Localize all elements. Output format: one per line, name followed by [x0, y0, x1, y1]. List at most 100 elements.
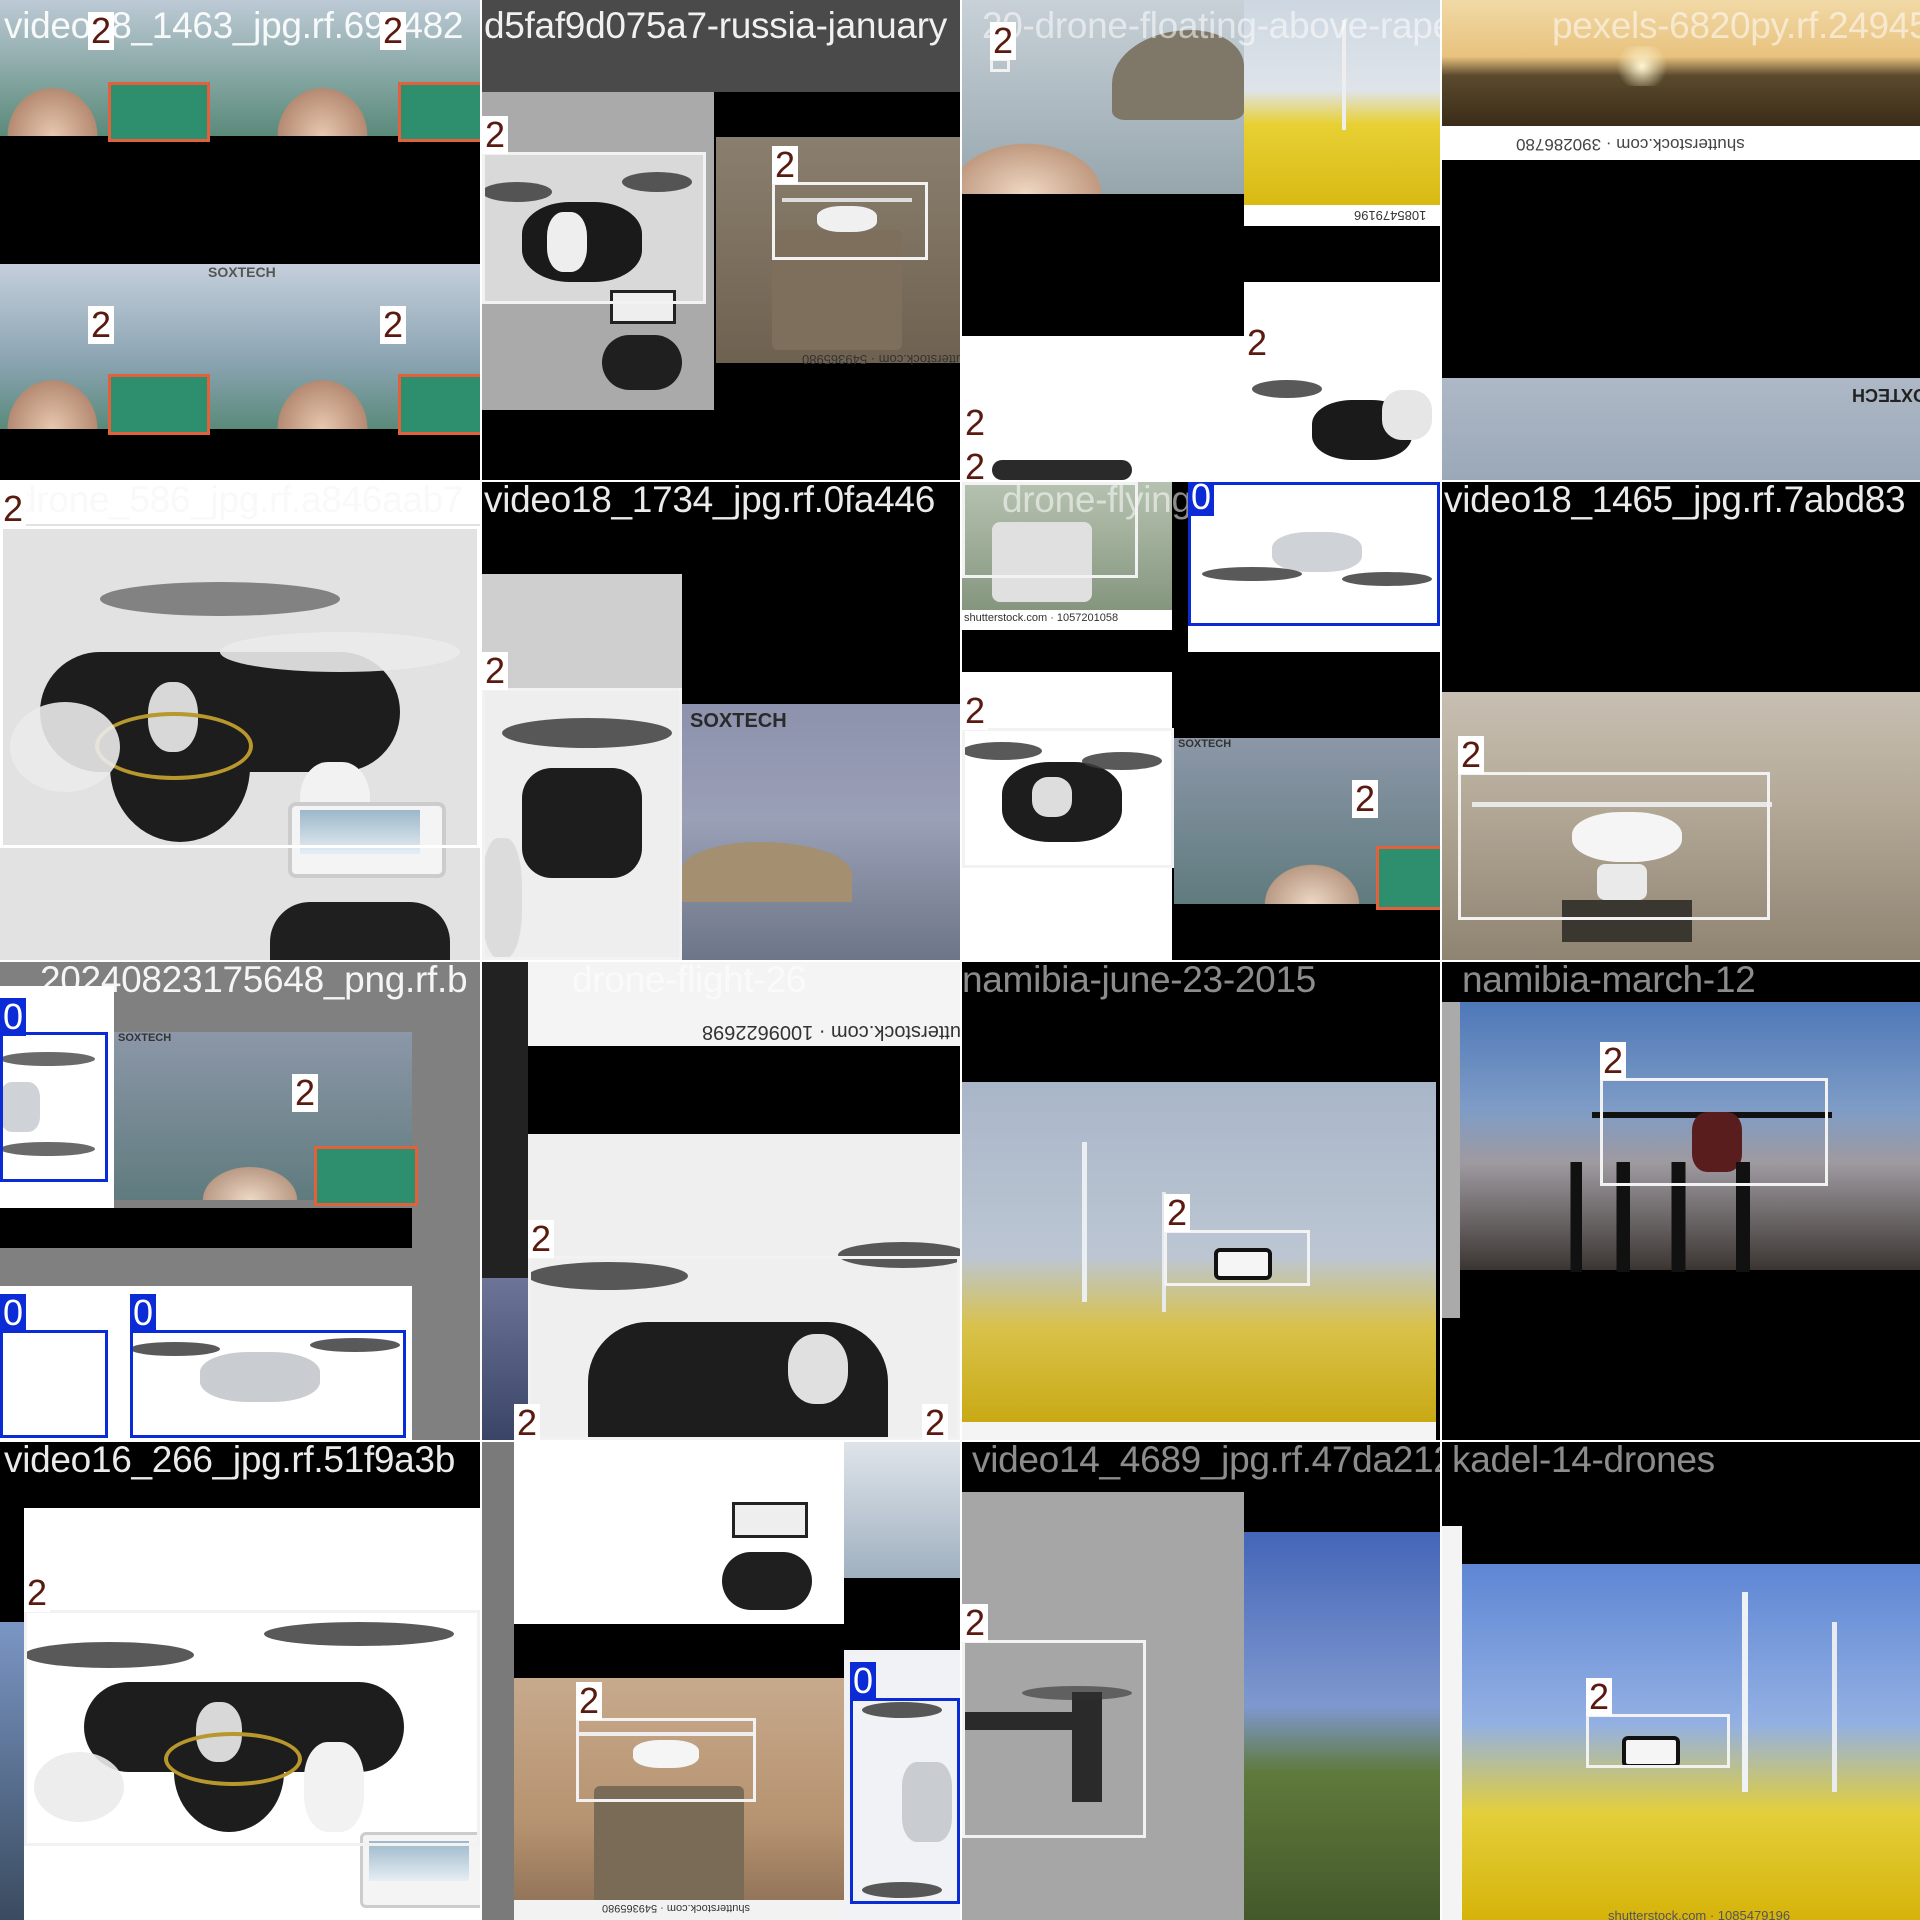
class-label: 2 — [514, 1404, 541, 1440]
boat-deck — [270, 80, 375, 136]
class-label: 2 — [922, 1404, 949, 1440]
tile-rapeseed: 1085479196 2 2 2 2 20-drone-floating-abo… — [962, 0, 1440, 480]
orange-panel — [398, 82, 480, 142]
cliff — [682, 842, 852, 902]
bbox-drone — [1164, 1230, 1310, 1286]
black-band — [0, 1208, 412, 1248]
tile-filename: 20240823175648_png.rf.b — [40, 962, 468, 1000]
tile-pexels: shutterstock.com · 390286780 SOXTECH pex… — [1442, 0, 1920, 480]
tile-video18-1734: SOXTECH 2 video18_1734_jpg.rf.0fa446 — [482, 482, 960, 960]
case-image — [594, 1786, 744, 1906]
wind-turbine — [1832, 1622, 1837, 1792]
tile-filename: d5faf9d075a7-russia-january — [484, 5, 947, 46]
class-label: 0 — [850, 1662, 877, 1700]
watermark: shutterstock.com · 1085479196 — [1608, 1908, 1791, 1920]
bbox-drone — [962, 482, 1138, 578]
class-label: 2 — [990, 22, 1017, 60]
tile-video14-4689: 2 video14_4689_jpg.rf.47da212 — [962, 1442, 1440, 1920]
sky-strip — [1442, 378, 1920, 480]
class-label: 2 — [962, 404, 989, 442]
bbox-drone — [24, 1610, 480, 1846]
bbox-other — [0, 1032, 108, 1182]
white-strip — [1442, 1526, 1462, 1920]
orange-panel — [108, 82, 210, 142]
bbox-drone — [576, 1718, 756, 1802]
class-label: 0 — [130, 1294, 157, 1332]
tree-image — [1244, 1532, 1440, 1920]
class-label: 0 — [0, 1294, 27, 1332]
tile-video16-266: 2 video16_266_jpg.rf.51f9a3b — [0, 1442, 480, 1920]
class-label: 2 — [380, 306, 407, 344]
orange-panel — [108, 374, 210, 435]
class-label: 2 — [380, 12, 407, 50]
bbox-drone — [0, 526, 480, 848]
bbox-other — [0, 1330, 108, 1438]
tile-drone-586: 2 drone_586_jpg.rf.a846aab7 — [0, 482, 480, 960]
boat-deck — [962, 130, 1122, 194]
watermark: shutterstock.com · 549365980 — [602, 1902, 750, 1914]
gray-strip — [1442, 1002, 1460, 1318]
bbox-other — [850, 1698, 960, 1904]
class-label: 0 — [1188, 482, 1215, 516]
class-label: 2 — [88, 12, 115, 50]
tile-filename: video16_266_jpg.rf.51f9a3b — [4, 1442, 455, 1480]
class-label: 2 — [576, 1682, 603, 1720]
class-label: 2 — [1164, 1194, 1191, 1232]
tile-filename: namibia-march-12 — [1462, 962, 1756, 1000]
soxtech-logo: SOXTECH — [118, 1032, 172, 1044]
tile-filename: video14_4689_jpg.rf.47da212 — [972, 1442, 1440, 1480]
white-strip — [962, 1422, 1436, 1440]
class-label: 2 — [1600, 1042, 1627, 1080]
boat-deck — [0, 80, 105, 136]
turbine-image — [844, 1442, 960, 1578]
tile-filename: 20-drone-floating-above-rapeseed — [982, 5, 1440, 46]
tile-filename: drone-flight-26 — [572, 962, 807, 1000]
tile-filename: thailand-june-18 — [542, 1442, 803, 1480]
tile-namibia-march: 2 namibia-march-12 — [1442, 962, 1920, 1440]
bbox-drone — [772, 182, 928, 260]
watermark: 1085479196 — [1354, 208, 1427, 223]
class-label: 2 — [528, 1220, 555, 1258]
tile-filename: drone_586_jpg.rf.a846aab7 — [16, 482, 464, 520]
tile-drone-september: shutterstock.com · 1057201058 SOXTECH 0 … — [962, 482, 1440, 960]
class-label: 2 — [962, 1604, 989, 1642]
class-label: 2 — [24, 1574, 51, 1612]
class-label: 2 — [962, 448, 989, 480]
class-label: 2 — [482, 116, 509, 154]
drone-partial — [992, 460, 1132, 480]
gray-strip — [482, 962, 528, 1278]
bbox-drone — [962, 1640, 1146, 1838]
wind-turbine — [1082, 1142, 1087, 1302]
tile-russia-january: shutterstock.com · 549365980 2 2 d5faf9d… — [482, 0, 960, 480]
class-label: 0 — [0, 998, 27, 1036]
boat-deck — [1252, 854, 1372, 904]
gray-strip — [482, 1442, 514, 1920]
tile-drone-flight: shutterstock.com · 1009622698 2 2 2 dron… — [482, 962, 960, 1440]
bbox-other — [1188, 482, 1440, 626]
class-label: 2 — [1458, 736, 1485, 774]
tile-namibia-june: 2 namibia-june-23-2015 — [962, 962, 1440, 1440]
sun-glow — [1612, 46, 1672, 86]
tile-thailand: shutterstock.com · 549365980 2 0 thailan… — [482, 1442, 960, 1920]
orange-panel — [398, 374, 480, 435]
bbox-drone — [962, 728, 1174, 868]
watermark: shutterstock.com · 549365980 — [802, 352, 960, 367]
watermark: shutterstock.com · 1009622698 — [702, 1021, 960, 1043]
class-label: 2 — [962, 692, 989, 730]
tile-kadel-drones: 2 shutterstock.com · 1085479196 kadel-14… — [1442, 1442, 1920, 1920]
bbox-drone — [1600, 1078, 1828, 1186]
tile-video18-1463: SOXTECH video18_1463_jpg.rf.69c482 2 2 2… — [0, 0, 480, 480]
class-label: 2 — [88, 306, 115, 344]
watermark: shutterstock.com · 390286780 — [1516, 135, 1745, 154]
bbox-other — [130, 1330, 406, 1438]
class-label: 2 — [1352, 780, 1379, 818]
drone-black-image — [1252, 360, 1440, 480]
class-label: 2 — [772, 146, 799, 184]
boat-deck — [190, 1158, 310, 1200]
soxtech-logo: SOXTECH — [208, 264, 276, 280]
orange-panel — [314, 1146, 418, 1206]
mosaic-grid: SOXTECH video18_1463_jpg.rf.69c482 2 2 2… — [0, 0, 1920, 1920]
bbox-drone — [528, 1256, 960, 1440]
soxtech-logo: SOXTECH — [690, 710, 787, 732]
tile-video18-1465: 2 video18_1465_jpg.rf.7abd83 — [1442, 482, 1920, 960]
